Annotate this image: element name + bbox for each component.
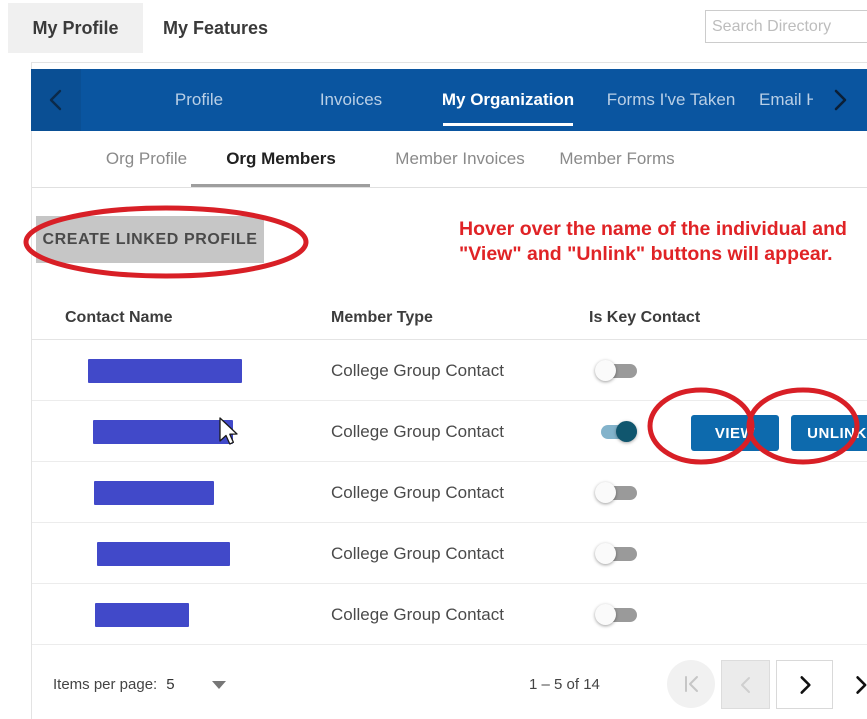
- redacted-contact-name: [88, 358, 242, 383]
- toggle-thumb: [595, 543, 616, 564]
- contact-name-cell[interactable]: [65, 523, 230, 584]
- primary-nav-bar: Profile Invoices My Organization Forms I…: [31, 69, 867, 131]
- is-key-contact-cell[interactable]: [595, 523, 637, 584]
- tab-member-forms[interactable]: Member Forms: [528, 131, 706, 187]
- is-key-contact-cell[interactable]: [595, 584, 637, 645]
- key-contact-toggle[interactable]: [595, 482, 637, 503]
- chevron-left-icon: [740, 676, 750, 693]
- nav-item-email-history[interactable]: Email Histo: [759, 69, 813, 131]
- hover-instruction-note: Hover over the name of the individual an…: [459, 217, 867, 267]
- nav-item-email-history-label: Email Histo: [759, 90, 813, 109]
- next-page-button[interactable]: [776, 660, 833, 709]
- key-contact-toggle[interactable]: [595, 543, 637, 564]
- nav-item-my-organization-label: My Organization: [441, 90, 575, 109]
- tab-org-members-label: Org Members: [226, 149, 336, 168]
- nav-active-underline: [443, 123, 573, 126]
- hover-instruction-line-1: Hover over the name of the individual an…: [459, 218, 847, 240]
- tab-my-features[interactable]: My Features: [163, 3, 268, 53]
- org-members-table: Contact Name Member Type Is Key Contact …: [32, 296, 867, 645]
- tab-member-forms-label: Member Forms: [559, 149, 675, 168]
- table-row[interactable]: College Group Contact: [32, 462, 867, 523]
- contact-name-cell[interactable]: [65, 340, 242, 401]
- nav-item-profile[interactable]: Profile: [129, 69, 269, 131]
- tab-my-features-label: My Features: [163, 17, 269, 38]
- is-key-contact-cell[interactable]: [595, 462, 637, 523]
- items-per-page-control[interactable]: Items per page: 5: [53, 676, 226, 693]
- view-button-label: VIEW: [714, 424, 756, 442]
- tab-my-profile[interactable]: My Profile: [8, 3, 143, 53]
- tab-org-profile-label: Org Profile: [105, 149, 188, 168]
- toggle-thumb: [595, 604, 616, 625]
- sub-tab-active-underline: [191, 184, 370, 187]
- tab-member-invoices-label: Member Invoices: [395, 149, 525, 168]
- primary-nav-items: Profile Invoices My Organization Forms I…: [81, 69, 813, 131]
- first-page-icon: [685, 676, 698, 692]
- chevron-right-icon: [834, 89, 847, 111]
- redacted-contact-name: [95, 602, 189, 627]
- last-page-button[interactable]: [841, 660, 867, 709]
- items-per-page-value: 5: [166, 676, 175, 693]
- redacted-contact-name: [93, 419, 233, 444]
- is-key-contact-cell[interactable]: [595, 340, 637, 401]
- tab-my-profile-label: My Profile: [32, 17, 119, 38]
- table-header-row: Contact Name Member Type Is Key Contact: [32, 296, 867, 340]
- key-contact-toggle[interactable]: [595, 360, 637, 381]
- table-row[interactable]: College Group Contact VIEW UNLINK: [32, 401, 867, 462]
- redacted-contact-name: [97, 541, 230, 566]
- app-root: My Profile My Features Profile Invoices …: [0, 0, 867, 719]
- table-row[interactable]: College Group Contact: [32, 523, 867, 584]
- column-header-is-key-contact: Is Key Contact: [589, 308, 701, 326]
- items-per-page-label: Items per page:: [53, 676, 158, 693]
- search-directory-input[interactable]: [705, 10, 867, 43]
- last-page-icon: [856, 675, 867, 694]
- nav-item-invoices[interactable]: Invoices: [281, 69, 421, 131]
- toggle-thumb: [595, 360, 616, 381]
- toggle-thumb: [595, 482, 616, 503]
- unlink-button-label: UNLINK: [807, 424, 867, 442]
- member-type-cell: College Group Contact: [331, 482, 504, 502]
- member-type-cell: College Group Contact: [331, 604, 504, 624]
- nav-item-invoices-label: Invoices: [319, 90, 383, 109]
- key-contact-toggle[interactable]: [595, 421, 637, 442]
- member-type-cell: College Group Contact: [331, 421, 504, 441]
- is-key-contact-cell[interactable]: [595, 401, 637, 462]
- top-bar: My Profile My Features: [0, 0, 867, 53]
- key-contact-toggle[interactable]: [595, 604, 637, 625]
- nav-item-forms-ive-taken-label: Forms I've Taken: [606, 90, 736, 109]
- paginator: Items per page: 5 1 – 5 of 14: [32, 656, 867, 718]
- table-row[interactable]: College Group Contact: [32, 584, 867, 645]
- member-type-cell: College Group Contact: [331, 360, 504, 380]
- previous-page-button[interactable]: [721, 660, 770, 709]
- sub-tab-bar: Org Profile Org Members Member Invoices …: [32, 131, 867, 188]
- tab-org-members[interactable]: Org Members: [192, 131, 370, 187]
- column-header-member-type: Member Type: [331, 308, 433, 326]
- hover-instruction-line-2: "View" and "Unlink" buttons will appear.: [459, 243, 833, 265]
- page-range-label: 1 – 5 of 14: [529, 676, 600, 693]
- redacted-contact-name: [94, 480, 214, 505]
- contact-name-cell[interactable]: [65, 462, 214, 523]
- toggle-thumb: [616, 421, 637, 442]
- first-page-button[interactable]: [667, 660, 715, 708]
- create-linked-profile-button[interactable]: CREATE LINKED PROFILE: [36, 216, 264, 263]
- member-type-cell: College Group Contact: [331, 543, 504, 563]
- nav-item-profile-label: Profile: [174, 90, 224, 109]
- unlink-button[interactable]: UNLINK: [791, 415, 867, 451]
- column-header-contact-name: Contact Name: [65, 308, 173, 326]
- nav-item-forms-ive-taken[interactable]: Forms I've Taken: [591, 69, 751, 131]
- nav-scroll-left-button[interactable]: [31, 69, 81, 131]
- nav-scroll-right-button[interactable]: [813, 69, 867, 131]
- view-button[interactable]: VIEW: [691, 415, 779, 451]
- chevron-left-icon: [49, 89, 62, 111]
- chevron-right-icon: [799, 675, 811, 694]
- chevron-down-icon[interactable]: [211, 680, 226, 689]
- create-linked-profile-label: CREATE LINKED PROFILE: [42, 230, 258, 248]
- nav-item-my-organization[interactable]: My Organization: [429, 69, 587, 131]
- contact-name-cell[interactable]: [65, 401, 233, 462]
- contact-name-cell[interactable]: [65, 584, 189, 645]
- table-row[interactable]: College Group Contact: [32, 340, 867, 401]
